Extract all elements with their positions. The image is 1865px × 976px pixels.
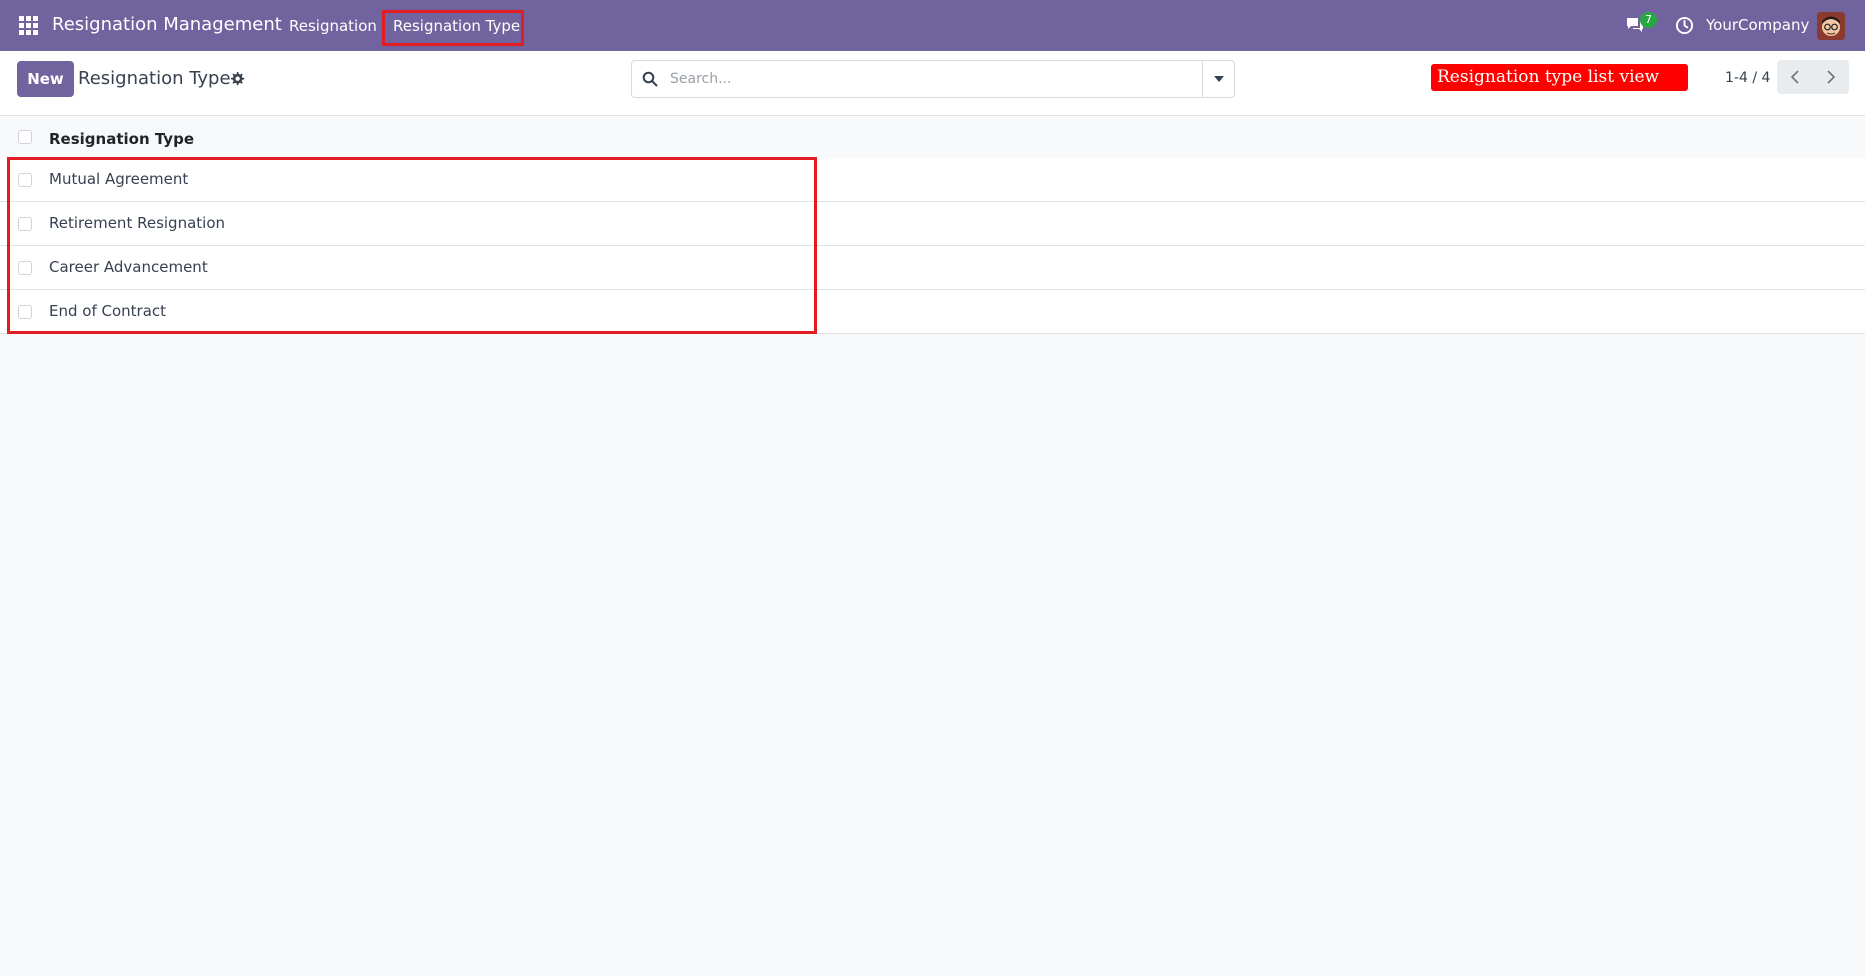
caret-down-icon: [1214, 76, 1224, 82]
app-brand[interactable]: Resignation Management: [52, 14, 282, 35]
search-options-toggle[interactable]: [1202, 61, 1234, 97]
avatar-image-icon: [1817, 12, 1845, 40]
row-checkbox[interactable]: [18, 305, 32, 319]
pager-next-button[interactable]: [1813, 60, 1849, 94]
highlight-frame-menu: [382, 10, 524, 46]
row-name[interactable]: End of Contract: [49, 302, 166, 320]
search-bar: [631, 60, 1235, 98]
new-button[interactable]: New: [17, 61, 74, 97]
chevron-left-icon: [1790, 70, 1799, 84]
select-all-checkbox[interactable]: [18, 130, 32, 144]
activity-clock-icon[interactable]: [1675, 16, 1694, 35]
gear-icon[interactable]: [229, 71, 245, 87]
app-grid-icon[interactable]: [19, 16, 38, 35]
column-header-resignation-type[interactable]: Resignation Type: [49, 130, 194, 148]
row-checkbox[interactable]: [18, 217, 32, 231]
search-icon: [642, 71, 658, 87]
table-row[interactable]: Mutual Agreement: [0, 158, 1865, 202]
company-switcher[interactable]: YourCompany: [1706, 16, 1809, 34]
list-header: Resignation Type: [0, 117, 1865, 157]
table-row[interactable]: End of Contract: [0, 290, 1865, 334]
pager-value[interactable]: 1-4 / 4: [1725, 70, 1770, 86]
pager-previous-button[interactable]: [1777, 60, 1813, 94]
menu-item-resignation[interactable]: Resignation: [289, 17, 377, 35]
table-row[interactable]: Retirement Resignation: [0, 202, 1865, 246]
row-checkbox[interactable]: [18, 261, 32, 275]
table-row[interactable]: Career Advancement: [0, 246, 1865, 290]
user-avatar[interactable]: [1817, 12, 1845, 40]
control-panel: New Resignation Type Resignation type li…: [0, 51, 1865, 116]
page-title: Resignation Type: [78, 68, 231, 89]
row-name[interactable]: Mutual Agreement: [49, 170, 188, 188]
messages-count-badge: 7: [1640, 12, 1657, 28]
annotation-label: Resignation type list view: [1431, 64, 1688, 91]
row-name[interactable]: Career Advancement: [49, 258, 208, 276]
chevron-right-icon: [1827, 70, 1836, 84]
top-navbar: Resignation Management Resignation Resig…: [0, 0, 1865, 51]
row-checkbox[interactable]: [18, 173, 32, 187]
row-name[interactable]: Retirement Resignation: [49, 214, 225, 232]
search-input[interactable]: [670, 68, 1190, 90]
